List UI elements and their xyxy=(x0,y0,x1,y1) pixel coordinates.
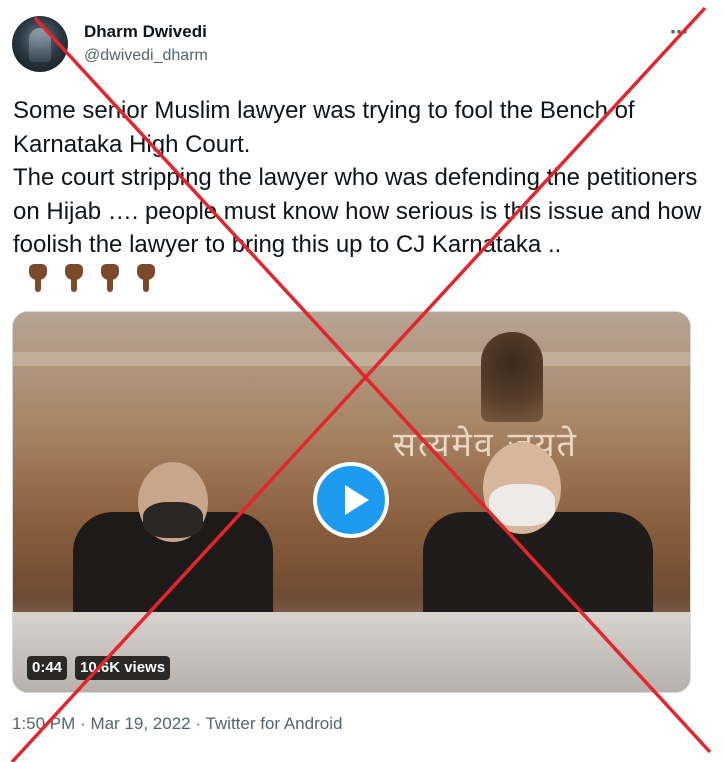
tweet-date[interactable]: Mar 19, 2022 xyxy=(90,714,190,733)
tweet-source[interactable]: Twitter for Android xyxy=(205,714,342,733)
ceiling-beam xyxy=(13,352,690,366)
tweet-text: Some senior Muslim lawyer was trying to … xyxy=(13,94,703,296)
pointing-down-emojis xyxy=(13,262,157,296)
tweet-line-2: The court stripping the lawyer who was d… xyxy=(13,161,703,296)
avatar[interactable] xyxy=(12,16,68,72)
tweet-line-1: Some senior Muslim lawyer was trying to … xyxy=(13,97,635,158)
meta-separator: · xyxy=(80,714,91,733)
video-player[interactable]: सत्यमेव जयते 0:44 10.6K views xyxy=(12,311,691,693)
bench-desk xyxy=(13,612,690,692)
meta-separator: · xyxy=(195,714,206,733)
avatar-figure xyxy=(29,28,51,62)
video-view-count: 10.6K views xyxy=(75,656,171,680)
author-name[interactable]: Dharm Dwivedi xyxy=(84,22,207,42)
pointing-down-icon xyxy=(99,264,121,293)
tweet-time[interactable]: 1:50 PM xyxy=(12,714,75,733)
pointing-down-icon xyxy=(135,264,157,293)
judge-left-mask xyxy=(143,502,203,538)
judge-right-mask xyxy=(489,484,555,526)
pointing-down-icon xyxy=(63,264,85,293)
play-button-icon[interactable] xyxy=(313,462,389,538)
tweet-meta: 1:50 PM · Mar 19, 2022 · Twitter for And… xyxy=(12,714,342,734)
tweet-line-2-text: The court stripping the lawyer who was d… xyxy=(13,164,702,258)
author-handle[interactable]: @dwivedi_dharm xyxy=(84,47,208,65)
national-emblem-icon xyxy=(481,332,543,422)
video-duration: 0:44 xyxy=(27,656,68,680)
more-options-icon[interactable]: ⋯ xyxy=(670,22,689,43)
pointing-down-icon xyxy=(27,264,49,293)
